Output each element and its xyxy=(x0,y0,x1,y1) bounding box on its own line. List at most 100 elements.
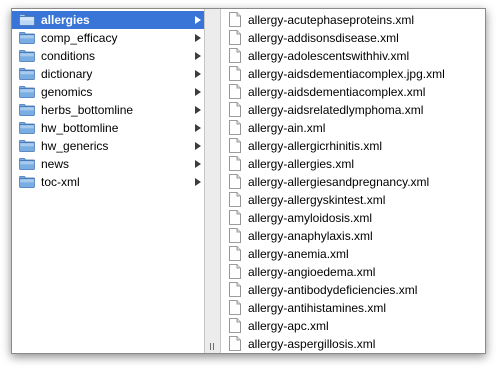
column-resize-handle-icon[interactable] xyxy=(210,343,216,350)
file-item-label: allergy-aidsrelatedlymphoma.xml xyxy=(248,103,424,117)
folder-item-label: genomics xyxy=(41,85,93,99)
folder-item-toc-xml[interactable]: toc-xml xyxy=(12,173,204,191)
folder-item-label: hw_generics xyxy=(41,139,109,153)
document-icon xyxy=(229,30,241,45)
file-item-label: allergy-anemia.xml xyxy=(248,247,349,261)
document-icon xyxy=(229,66,241,81)
folder-item-allergies[interactable]: allergies xyxy=(12,11,204,29)
document-icon xyxy=(229,264,241,279)
document-icon xyxy=(229,228,241,243)
file-item-label: allergy-apc.xml xyxy=(248,319,329,333)
file-item-label: allergy-allergyskintest.xml xyxy=(248,193,386,207)
document-icon xyxy=(229,246,241,261)
file-item[interactable]: allergy-angioedema.xml xyxy=(221,263,485,281)
chevron-right-icon xyxy=(195,52,201,60)
file-item-label: allergy-adolescentswithhiv.xml xyxy=(248,49,410,63)
file-item[interactable]: allergy-allergies.xml xyxy=(221,155,485,173)
document-icon xyxy=(229,210,241,225)
folder-icon xyxy=(19,68,35,80)
folder-item-comp-efficacy[interactable]: comp_efficacy xyxy=(12,29,204,47)
folder-item-herbs-bottomline[interactable]: herbs_bottomline xyxy=(12,101,204,119)
chevron-right-icon xyxy=(195,178,201,186)
folder-icon xyxy=(19,50,35,62)
file-item-label: allergy-allergies.xml xyxy=(248,157,355,171)
column-browser: allergies comp_efficacy conditions dictiona… xyxy=(11,8,486,354)
chevron-right-icon xyxy=(195,70,201,78)
file-item[interactable]: allergy-allergiesandpregnancy.xml xyxy=(221,173,485,191)
document-icon xyxy=(229,174,241,189)
document-icon xyxy=(229,336,241,351)
file-item[interactable]: allergy-amyloidosis.xml xyxy=(221,209,485,227)
folder-item-conditions[interactable]: conditions xyxy=(12,47,204,65)
chevron-right-icon xyxy=(195,160,201,168)
file-item-label: allergy-anaphylaxis.xml xyxy=(248,229,373,243)
file-item[interactable]: allergy-aidsdementiacomplex.xml xyxy=(221,83,485,101)
file-item[interactable]: allergy-ain.xml xyxy=(221,119,485,137)
folder-icon xyxy=(19,158,35,170)
file-item-label: allergy-antibodydeficiencies.xml xyxy=(248,283,418,297)
folder-item-label: dictionary xyxy=(41,67,93,81)
folder-icon xyxy=(19,14,35,26)
file-item[interactable]: allergy-antihistamines.xml xyxy=(221,299,485,317)
document-icon xyxy=(229,192,241,207)
folder-item-label: comp_efficacy xyxy=(41,31,118,45)
folder-item-label: toc-xml xyxy=(41,175,80,189)
chevron-right-icon xyxy=(195,124,201,132)
file-item-label: allergy-allergicrhinitis.xml xyxy=(248,139,383,153)
folder-item-dictionary[interactable]: dictionary xyxy=(12,65,204,83)
file-item[interactable]: allergy-adolescentswithhiv.xml xyxy=(221,47,485,65)
chevron-right-icon xyxy=(195,142,201,150)
document-icon xyxy=(229,300,241,315)
file-item[interactable]: allergy-anaphylaxis.xml xyxy=(221,227,485,245)
folder-item-genomics[interactable]: genomics xyxy=(12,83,204,101)
folder-item-news[interactable]: news xyxy=(12,155,204,173)
file-item[interactable]: allergy-aidsdementiacomplex.jpg.xml xyxy=(221,65,485,83)
folder-item-label: herbs_bottomline xyxy=(41,103,134,117)
file-item-label: allergy-antihistamines.xml xyxy=(248,301,387,315)
file-item-label: allergy-allergiesandpregnancy.xml xyxy=(248,175,430,189)
folder-icon xyxy=(19,140,35,152)
column-divider[interactable] xyxy=(204,9,221,353)
document-icon xyxy=(229,156,241,171)
folder-item-label: news xyxy=(41,157,70,171)
file-item-label: allergy-acutephaseproteins.xml xyxy=(248,13,415,27)
file-item[interactable]: allergy-allergyskintest.xml xyxy=(221,191,485,209)
file-column[interactable]: allergy-acutephaseproteins.xml allergy-ad… xyxy=(221,9,485,353)
folder-item-label: conditions xyxy=(41,49,96,63)
file-item-label: allergy-aspergillosis.xml xyxy=(248,337,376,351)
file-item-label: allergy-angioedema.xml xyxy=(248,265,376,279)
file-item[interactable]: allergy-addisonsdisease.xml xyxy=(221,29,485,47)
folder-item-label: allergies xyxy=(41,13,90,27)
file-item[interactable]: allergy-antibodydeficiencies.xml xyxy=(221,281,485,299)
file-item-label: allergy-aidsdementiacomplex.xml xyxy=(248,85,426,99)
document-icon xyxy=(229,102,241,117)
file-item-label: allergy-amyloidosis.xml xyxy=(248,211,373,225)
folder-icon xyxy=(19,104,35,116)
document-icon xyxy=(229,12,241,27)
file-item-label: allergy-aidsdementiacomplex.jpg.xml xyxy=(248,67,445,81)
folder-item-label: hw_bottomline xyxy=(41,121,119,135)
folder-item-hw-generics[interactable]: hw_generics xyxy=(12,137,204,155)
file-item-label: allergy-ain.xml xyxy=(248,121,326,135)
file-item[interactable]: allergy-allergicrhinitis.xml xyxy=(221,137,485,155)
folder-icon xyxy=(19,176,35,188)
document-icon xyxy=(229,48,241,63)
folder-icon xyxy=(19,122,35,134)
chevron-right-icon xyxy=(195,34,201,42)
document-icon xyxy=(229,318,241,333)
document-icon xyxy=(229,138,241,153)
chevron-right-icon xyxy=(195,106,201,114)
chevron-right-icon xyxy=(195,88,201,96)
file-item[interactable]: allergy-anemia.xml xyxy=(221,245,485,263)
file-item[interactable]: allergy-aidsrelatedlymphoma.xml xyxy=(221,101,485,119)
file-item-label: allergy-addisonsdisease.xml xyxy=(248,31,399,45)
document-icon xyxy=(229,282,241,297)
folder-icon xyxy=(19,86,35,98)
document-icon xyxy=(229,120,241,135)
folder-column[interactable]: allergies comp_efficacy conditions dictiona… xyxy=(12,9,204,353)
folder-item-hw-bottomline[interactable]: hw_bottomline xyxy=(12,119,204,137)
file-item[interactable]: allergy-acutephaseproteins.xml xyxy=(221,11,485,29)
file-item[interactable]: allergy-apc.xml xyxy=(221,317,485,335)
file-item[interactable]: allergy-aspergillosis.xml xyxy=(221,335,485,353)
chevron-right-icon xyxy=(195,16,201,24)
